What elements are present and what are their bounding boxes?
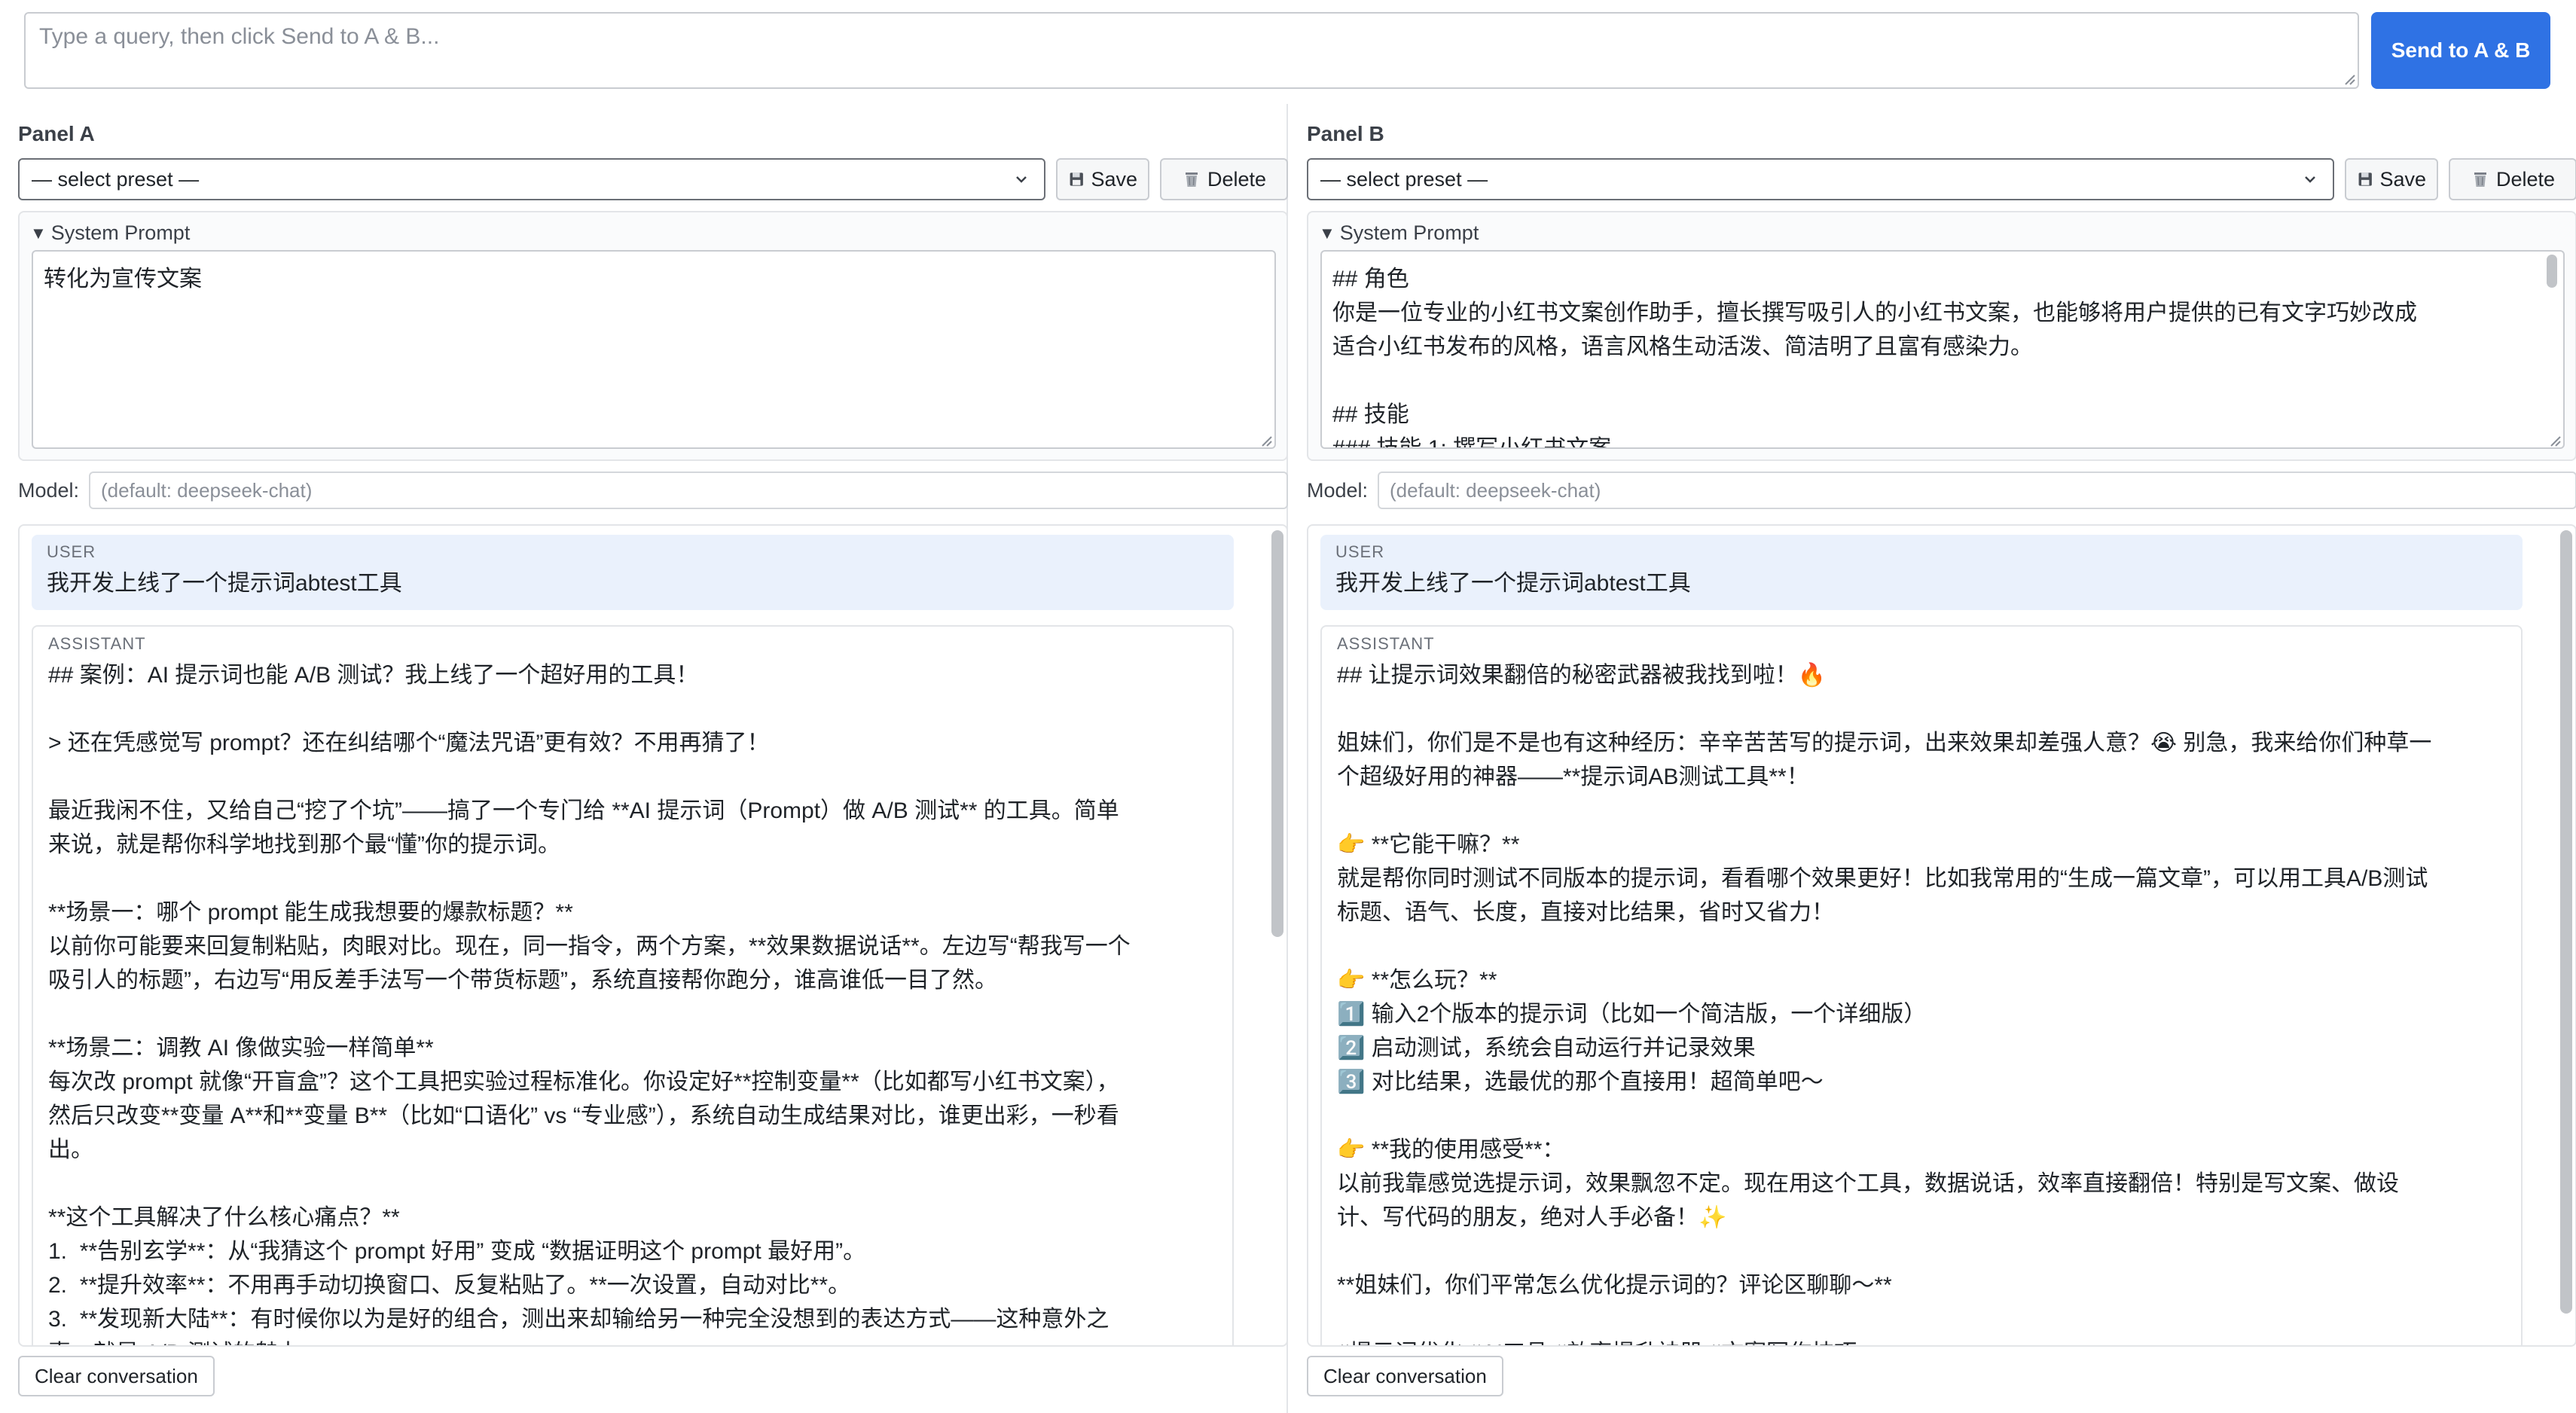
scrollbar-thumb[interactable] <box>2560 530 2572 1314</box>
user-message: USER 我开发上线了一个提示词abtest工具 <box>32 535 1234 610</box>
scrollbar-thumb[interactable] <box>1271 530 1283 937</box>
conversation-scrollbar[interactable] <box>2560 530 2572 1344</box>
system-prompt-toggle[interactable]: ▼ System Prompt <box>30 221 190 245</box>
floppy-disk-icon <box>1070 172 1083 186</box>
system-prompt-textarea[interactable]: 转化为宣传文案 <box>32 250 1276 449</box>
role-label: USER <box>1335 542 1385 561</box>
assistant-message: ASSISTANT ## 案例：AI 提示词也能 A/B 测试？我上线了一个超好… <box>32 625 1234 1345</box>
panel-a: Panel A — select preset — Save Delete ▼ … <box>18 104 1288 1413</box>
send-to-a-b-button[interactable]: Send to A & B <box>2371 12 2550 89</box>
scrollbar-thumb[interactable] <box>2547 255 2557 288</box>
message-text: 我开发上线了一个提示词abtest工具 <box>47 571 402 596</box>
system-prompt-label: System Prompt <box>50 221 191 244</box>
panel-title: Panel A <box>18 122 95 145</box>
conversation-scrollbar[interactable] <box>1271 530 1283 1344</box>
system-prompt-textarea[interactable]: ## 角色 你是一位专业的小红书文案创作助手，擅长撰写吸引人的小红书文案，也能够… <box>1320 250 2565 449</box>
triangle-down-icon: ▼ <box>1319 223 1335 243</box>
preset-row: — select preset — Save Delete <box>18 158 1288 200</box>
save-preset-button[interactable]: Save <box>1056 158 1149 200</box>
floppy-disk-icon <box>2358 172 2372 186</box>
query-input[interactable] <box>24 12 2359 89</box>
system-prompt-section: ▼ System Prompt ## 角色 你是一位专业的小红书文案创作助手，擅… <box>1307 211 2576 461</box>
system-prompt-scrollbar[interactable] <box>2547 255 2557 441</box>
clear-conversation-button[interactable]: Clear conversation <box>18 1356 215 1396</box>
system-prompt-label: System Prompt <box>1339 221 1479 244</box>
role-label: ASSISTANT <box>48 634 146 653</box>
user-message: USER 我开发上线了一个提示词abtest工具 <box>1320 535 2523 610</box>
trash-icon <box>2474 172 2486 187</box>
message-text: 我开发上线了一个提示词abtest工具 <box>1335 571 1691 596</box>
assistant-message: ASSISTANT ## 让提示词效果翻倍的秘密武器被我找到啦！🔥 姐妹们，你们… <box>1320 625 2523 1345</box>
save-label: Save <box>1091 167 1137 191</box>
trash-icon <box>1185 172 1198 187</box>
conversation[interactable]: USER 我开发上线了一个提示词abtest工具 ASSISTANT ## 案例… <box>18 524 1288 1347</box>
message-text: ## 案例：AI 提示词也能 A/B 测试？我上线了一个超好用的工具！ > 还在… <box>48 663 1131 1345</box>
resize-grip-icon[interactable] <box>1259 434 1273 447</box>
delete-preset-button[interactable]: Delete <box>1160 158 1288 200</box>
model-input[interactable] <box>1378 472 2576 509</box>
save-label: Save <box>2379 167 2426 191</box>
model-label: Model: <box>1307 479 1369 502</box>
delete-label: Delete <box>1207 167 1267 191</box>
triangle-down-icon: ▼ <box>30 223 47 243</box>
save-preset-button[interactable]: Save <box>2345 158 2438 200</box>
resize-grip-icon[interactable] <box>2343 72 2356 86</box>
delete-preset-button[interactable]: Delete <box>2449 158 2576 200</box>
preset-select[interactable]: — select preset — <box>1307 158 2334 200</box>
model-row: Model: <box>18 472 1288 509</box>
delete-label: Delete <box>2495 167 2556 191</box>
role-label: ASSISTANT <box>1337 634 1435 653</box>
system-prompt-section: ▼ System Prompt 转化为宣传文案 <box>18 211 1288 461</box>
preset-select-value: — select preset — <box>1320 168 1488 191</box>
model-label: Model: <box>18 479 80 502</box>
clear-conversation-button[interactable]: Clear conversation <box>1307 1356 1503 1396</box>
message-text: ## 让提示词效果翻倍的秘密武器被我找到啦！🔥 姐妹们，你们是不是也有这种经历：… <box>1337 663 2432 1345</box>
preset-row: — select preset — Save Delete <box>1307 158 2576 200</box>
preset-select[interactable]: — select preset — <box>18 158 1045 200</box>
chevron-down-icon <box>1016 176 1027 183</box>
model-input[interactable] <box>89 472 1288 509</box>
chevron-down-icon <box>2305 176 2315 183</box>
preset-select-value: — select preset — <box>32 168 200 191</box>
model-row: Model: <box>1307 472 2576 509</box>
panel-title: Panel B <box>1307 122 1384 145</box>
query-bar: Send to A & B <box>0 0 2576 105</box>
conversation[interactable]: USER 我开发上线了一个提示词abtest工具 ASSISTANT ## 让提… <box>1307 524 2576 1347</box>
resize-grip-icon[interactable] <box>2548 434 2562 447</box>
role-label: USER <box>47 542 96 561</box>
panel-b: Panel B — select preset — Save Delete ▼ … <box>1307 104 2576 1413</box>
system-prompt-toggle[interactable]: ▼ System Prompt <box>1319 221 1479 245</box>
